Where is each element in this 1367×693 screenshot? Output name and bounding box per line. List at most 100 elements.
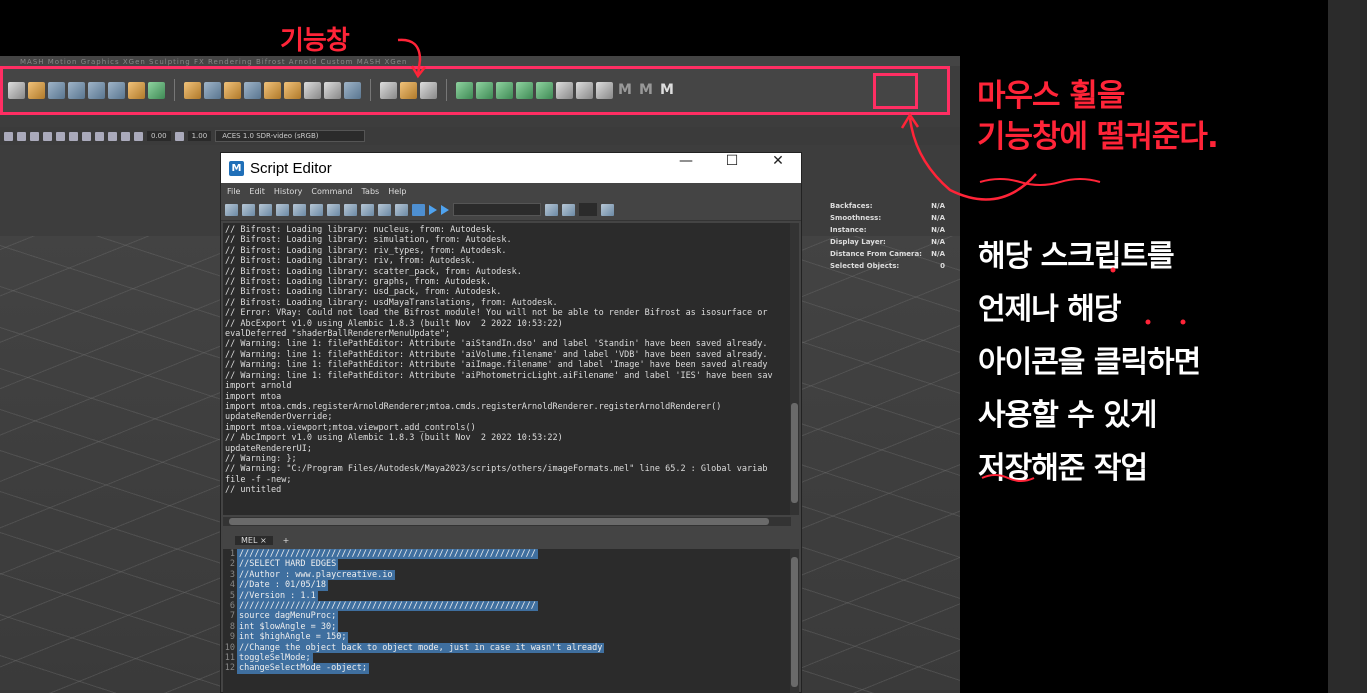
hud-row: Backfaces: N/A	[830, 200, 945, 212]
code-line: 2//SELECT HARD EDGES	[223, 559, 791, 570]
execute-all-icon[interactable]	[429, 204, 437, 215]
grid-toggle-icon[interactable]	[108, 131, 117, 141]
camera-icon[interactable]	[4, 131, 13, 141]
explanation-line: 저장해준 작업	[978, 451, 1148, 486]
code-line: 8 int $lowAngle = 30;	[223, 621, 791, 633]
explanation-line: 사용할 수 있게	[978, 398, 1158, 433]
xray-icon[interactable]	[95, 131, 104, 141]
line-number: 2	[229, 559, 235, 570]
script-editor-menubar: File Edit History Command Tabs Help	[221, 183, 801, 199]
show-input-icon[interactable]	[361, 203, 374, 216]
save-to-shelf-icon[interactable]	[276, 203, 289, 216]
history-hscrollbar[interactable]	[223, 517, 791, 526]
search-next-icon[interactable]	[562, 203, 575, 216]
hud-row: Display Layer: N/A	[830, 236, 945, 248]
window-title: Script Editor	[250, 159, 332, 177]
input-tabbar: MEL × +	[223, 533, 799, 547]
viewport-toolbar: 0.00 1.00 ACES 1.0 SDR-video (sRGB)	[0, 127, 960, 145]
code-line: 10//Change the object back to object mod…	[223, 642, 791, 654]
open-script-icon[interactable]	[225, 203, 238, 216]
close-button[interactable]: ✕	[755, 153, 801, 183]
code-text: int $lowAngle = 30;	[237, 621, 339, 633]
texture-icon[interactable]	[43, 131, 52, 141]
line-number: 12	[224, 663, 235, 674]
history-text: // Bifrost: Loading library: nucleus, fr…	[225, 225, 773, 496]
right-side-panel	[1328, 0, 1367, 693]
execute-icon[interactable]	[441, 204, 449, 215]
gamma-icon[interactable]	[174, 131, 184, 141]
clear-all-icon[interactable]	[327, 203, 340, 216]
colorspace-dropdown[interactable]: ACES 1.0 SDR-video (sRGB)	[215, 130, 366, 142]
hud-value: N/A	[931, 202, 945, 210]
light-icon[interactable]	[56, 131, 65, 141]
echo-icon[interactable]	[395, 203, 408, 216]
line-number: 9	[229, 632, 235, 643]
search-field[interactable]	[453, 203, 541, 216]
isolate-icon[interactable]	[82, 131, 91, 141]
line-numbers-icon[interactable]	[412, 203, 425, 216]
tab-mel-label: MEL	[241, 535, 258, 545]
show-both-icon[interactable]	[378, 203, 391, 216]
annotation-shelf-label: 기능창	[280, 26, 350, 56]
code-text: toggleSelMode;	[237, 653, 313, 664]
hud-row: Distance From Camera: N/A	[830, 248, 945, 260]
code-line: 11 toggleSelMode;	[223, 653, 791, 664]
hud-label: Backfaces:	[830, 202, 873, 210]
source-script-icon[interactable]	[242, 203, 255, 216]
tab-mel[interactable]: MEL ×	[235, 535, 273, 545]
script-editor-window: M Script Editor — ☐ ✕ File Edit History …	[220, 152, 802, 693]
history-scroll-thumb[interactable]	[791, 403, 798, 503]
input-scroll-thumb[interactable]	[791, 557, 798, 687]
hud-value: N/A	[931, 238, 945, 246]
script-editor-titlebar[interactable]: M Script Editor — ☐ ✕	[221, 153, 801, 183]
gamma-field[interactable]: 1.00	[187, 131, 212, 141]
line-number: 1	[229, 549, 235, 559]
wireframe-icon[interactable]	[17, 131, 26, 141]
maximize-button[interactable]: ☐	[709, 153, 755, 183]
line-number: 10	[224, 642, 235, 653]
search-prev-icon[interactable]	[545, 203, 558, 216]
annotation-line: 기능창에 떨궈준다.	[977, 119, 1219, 155]
menu-help[interactable]: Help	[388, 187, 406, 196]
clear-history-icon[interactable]	[293, 203, 306, 216]
history-scrollbar[interactable]	[790, 223, 799, 515]
hud-icon[interactable]	[121, 131, 130, 141]
exposure-field[interactable]: 0.00	[147, 131, 171, 141]
shadow-icon[interactable]	[69, 131, 78, 141]
history-pane[interactable]: // Bifrost: Loading library: nucleus, fr…	[223, 223, 791, 515]
menu-file[interactable]: File	[227, 187, 240, 196]
explanation-line: 언제나 해당	[978, 292, 1121, 327]
input-scrollbar[interactable]	[790, 549, 799, 693]
minimize-button[interactable]: —	[663, 153, 709, 183]
hud-label: Instance:	[830, 226, 867, 234]
history-hscroll-thumb[interactable]	[229, 518, 769, 525]
menu-command[interactable]: Command	[311, 187, 352, 196]
tab-close-icon[interactable]: ×	[260, 536, 267, 545]
line-number: 8	[229, 621, 235, 632]
menu-history[interactable]: History	[274, 187, 302, 196]
code-text: ////////////////////////////////////////…	[237, 601, 538, 612]
code-line: 9 int $highAngle = 150;	[223, 632, 791, 643]
goto-line-field[interactable]	[579, 203, 597, 216]
clear-input-icon[interactable]	[310, 203, 323, 216]
annotation-line: 마우스 휠을	[977, 78, 1125, 114]
hud-value: N/A	[931, 226, 945, 234]
menu-tabs[interactable]: Tabs	[361, 187, 379, 196]
input-pane[interactable]: 1 ///////////////////////////////////////…	[223, 549, 791, 693]
annotation-explanation: 해당 스크립트를 언제나 해당 아이콘을 클릭하면 사용할 수 있게 저장해준 …	[978, 230, 1201, 495]
shaded-icon[interactable]	[30, 131, 39, 141]
line-number: 5	[229, 590, 235, 601]
hud-value: N/A	[931, 214, 945, 222]
shelf-tabs[interactable]: MASH Motion Graphics XGen Sculpting FX R…	[20, 58, 407, 66]
code-text: //Date : 01/05/18	[237, 580, 328, 591]
code-line: 5//Version : 1.1	[223, 590, 791, 602]
exposure-icon[interactable]	[134, 131, 143, 141]
hud-value: N/A	[931, 250, 945, 258]
menu-edit[interactable]: Edit	[249, 187, 265, 196]
hud-label: Display Layer:	[830, 238, 886, 246]
line-number: 11	[224, 653, 235, 664]
show-history-icon[interactable]	[344, 203, 357, 216]
add-tab-icon[interactable]: +	[283, 536, 290, 545]
goto-line-icon[interactable]	[601, 203, 614, 216]
save-script-icon[interactable]	[259, 203, 272, 216]
